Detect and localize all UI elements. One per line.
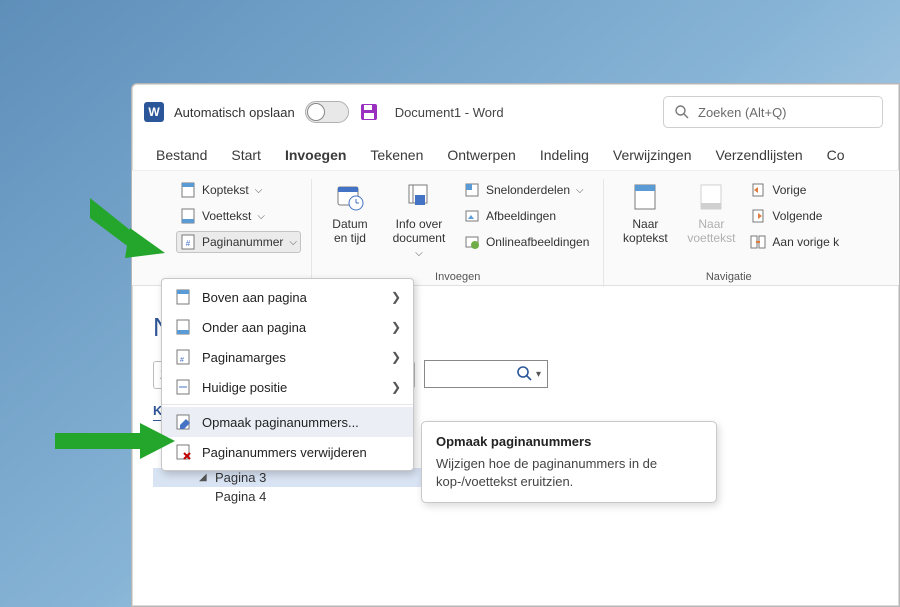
- secondary-search[interactable]: ▾: [424, 360, 548, 388]
- caret-icon: ◢: [199, 472, 209, 483]
- tooltip-body: Wijzigen hoe de paginanummers in de kop-…: [436, 455, 702, 490]
- chevron-down-icon: ⌵: [415, 248, 423, 260]
- svg-text:#: #: [180, 357, 184, 364]
- page-number-icon: #: [180, 234, 196, 250]
- document-title: Document1 - Word: [395, 105, 504, 120]
- chevron-right-icon: ❯: [391, 320, 401, 334]
- tab-indeling[interactable]: Indeling: [528, 140, 601, 170]
- goto-header-button[interactable]: Naar koptekst: [614, 179, 676, 248]
- dd-current-position[interactable]: Huidige positie ❯: [162, 372, 413, 402]
- tab-invoegen[interactable]: Invoegen: [273, 140, 358, 170]
- page-top-icon: [174, 288, 192, 306]
- previous-button[interactable]: Vorige: [746, 179, 843, 201]
- page-number-dropdown: Boven aan pagina ❯ Onder aan pagina ❯ # …: [161, 278, 414, 471]
- quick-parts-icon: [464, 182, 480, 198]
- next-button[interactable]: Volgende: [746, 205, 843, 227]
- chevron-right-icon: ❯: [391, 380, 401, 394]
- save-icon[interactable]: [359, 102, 379, 122]
- next-icon: [750, 208, 766, 224]
- ribbon: Koptekst⌵ Voettekst⌵ # Paginanummer⌵: [132, 170, 899, 286]
- chevron-right-icon: ❯: [391, 290, 401, 304]
- tooltip: Opmaak paginanummers Wijzigen hoe de pag…: [421, 421, 717, 503]
- tab-co[interactable]: Co: [815, 140, 857, 170]
- tab-bestand[interactable]: Bestand: [144, 140, 219, 170]
- document-info-icon: [403, 181, 435, 213]
- tab-tekenen[interactable]: Tekenen: [358, 140, 435, 170]
- current-position-icon: [174, 378, 192, 396]
- separator: [162, 404, 413, 405]
- tab-verwijzingen[interactable]: Verwijzingen: [601, 140, 704, 170]
- chevron-down-icon: ⌵: [257, 211, 265, 222]
- chevron-down-icon: ⌵: [255, 185, 263, 196]
- chevron-down-icon: ⌵: [289, 237, 297, 248]
- footer-button[interactable]: Voettekst⌵: [176, 205, 301, 227]
- online-pictures-icon: [464, 234, 480, 250]
- date-time-button[interactable]: Datum en tijd: [322, 179, 378, 248]
- document-info-button[interactable]: Info over document⌵: [382, 179, 456, 262]
- calendar-clock-icon: [334, 181, 366, 213]
- online-pictures-button[interactable]: Onlineafbeeldingen: [460, 231, 593, 253]
- titlebar: W Automatisch opslaan Document1 - Word Z…: [132, 84, 899, 140]
- page-bottom-icon: [174, 318, 192, 336]
- tooltip-title: Opmaak paginanummers: [436, 434, 702, 449]
- goto-footer-button[interactable]: Naar voettekst: [680, 179, 742, 248]
- pictures-button[interactable]: Afbeeldingen: [460, 205, 593, 227]
- link-previous-button[interactable]: Aan vorige k: [746, 231, 843, 253]
- tab-verzendlijsten[interactable]: Verzendlijsten: [704, 140, 815, 170]
- svg-text:#: #: [186, 239, 191, 248]
- nav-tree-item[interactable]: Pagina 4: [153, 487, 415, 506]
- dd-page-margins[interactable]: # Paginamarges ❯: [162, 342, 413, 372]
- dd-bottom-of-page[interactable]: Onder aan pagina ❯: [162, 312, 413, 342]
- autosave-toggle[interactable]: [305, 101, 349, 123]
- chevron-right-icon: ❯: [391, 350, 401, 364]
- header-icon: [180, 182, 196, 198]
- ribbon-tabs: Bestand Start Invoegen Tekenen Ontwerpen…: [132, 140, 899, 170]
- dd-remove-page-numbers[interactable]: Paginanummers verwijderen: [162, 437, 413, 467]
- goto-footer-icon: [695, 181, 727, 213]
- remove-page-numbers-icon: [174, 443, 192, 461]
- search-placeholder: Zoeken (Alt+Q): [698, 105, 787, 120]
- search-icon: [674, 104, 690, 120]
- annotation-arrow-2: [55, 423, 175, 459]
- pictures-icon: [464, 208, 480, 224]
- word-app-icon: W: [144, 102, 164, 122]
- footer-icon: [180, 208, 196, 224]
- link-icon: [750, 234, 766, 250]
- annotation-arrow-1: [90, 198, 170, 268]
- chevron-down-icon: ⌵: [576, 185, 584, 196]
- goto-header-icon: [629, 181, 661, 213]
- dd-top-of-page[interactable]: Boven aan pagina ❯: [162, 282, 413, 312]
- dd-format-page-numbers[interactable]: Opmaak paginanummers...: [162, 407, 413, 437]
- group-label-navigation: Navigatie: [706, 271, 752, 287]
- group-insert: Datum en tijd Info over document⌵ Snelon…: [312, 179, 604, 287]
- page-number-button[interactable]: # Paginanummer⌵: [176, 231, 301, 253]
- previous-icon: [750, 182, 766, 198]
- format-page-numbers-icon: [174, 413, 192, 431]
- search-icon: [516, 365, 534, 383]
- autosave-label: Automatisch opslaan: [174, 105, 295, 120]
- tab-ontwerpen[interactable]: Ontwerpen: [435, 140, 527, 170]
- group-label-insert: Invoegen: [435, 271, 480, 287]
- tab-start[interactable]: Start: [219, 140, 273, 170]
- page-margins-icon: #: [174, 348, 192, 366]
- quick-parts-button[interactable]: Snelonderdelen⌵: [460, 179, 593, 201]
- header-button[interactable]: Koptekst⌵: [176, 179, 301, 201]
- group-header-footer: Koptekst⌵ Voettekst⌵ # Paginanummer⌵: [166, 179, 312, 287]
- group-navigation: Naar koptekst Naar voettekst Vorige: [604, 179, 853, 287]
- search-box[interactable]: Zoeken (Alt+Q): [663, 96, 883, 128]
